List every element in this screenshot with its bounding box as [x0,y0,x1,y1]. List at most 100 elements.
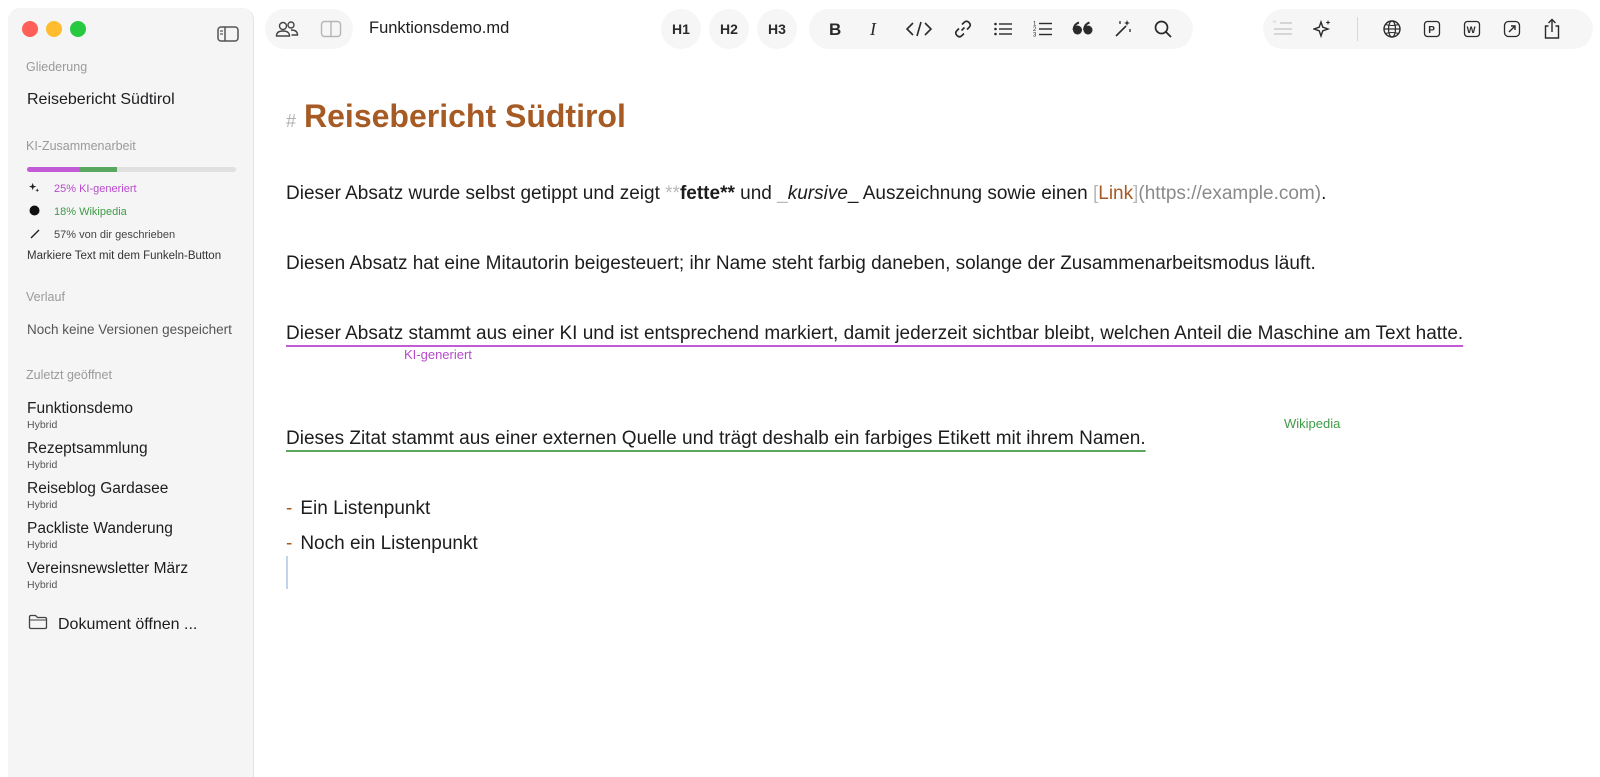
link-text[interactable]: Link [1098,183,1133,204]
svg-text:W: W [1467,25,1476,36]
document-title: Funktionsdemo.md [369,19,510,37]
recent-item-mode: Hybrid [27,459,58,471]
italic-marker: _ [847,183,859,204]
close-window-button[interactable] [22,21,38,37]
toolbar-divider [1357,17,1358,41]
open-external-icon[interactable] [1492,9,1532,49]
p-icon[interactable]: P [1412,9,1452,49]
svg-text:“: “ [1273,20,1276,29]
quote-disabled-icon: “ [1263,9,1303,49]
history-empty: Noch keine Versionen gespeichert [27,322,232,337]
globe-icon[interactable] [1372,9,1412,49]
italic-marker: _ [777,183,788,204]
format-toolbar: B I 123 [809,9,1193,49]
italic-icon[interactable]: I [855,9,895,49]
recent-label: Zuletzt geöffnet [26,368,112,382]
heading-2-button[interactable]: H2 [709,9,749,49]
minimize-window-button[interactable] [46,21,62,37]
pencil-icon [28,228,40,242]
svg-text:I: I [869,21,877,37]
recent-item-name: Reiseblog Gardasee [27,480,169,497]
list-marker: - [286,498,293,519]
bold-marker: ** [665,183,680,204]
search-icon[interactable] [1143,9,1183,49]
ai-paragraph-text: Dieser Absatz stammt aus einer KI und is… [286,323,1464,344]
zoom-window-button[interactable] [70,21,86,37]
sidebar-toggle-icon[interactable] [216,24,240,44]
ai-collab-label: KI-Zusammenarbeit [26,139,136,153]
recent-item[interactable]: Funktionsdemo Hybrid [27,399,133,432]
stat-self: 57% von dir geschrieben [28,228,175,242]
open-document-button[interactable]: Dokument öffnen ... [28,614,197,635]
code-icon[interactable] [895,9,943,49]
paragraph-ai[interactable]: Dieser Absatz stammt aus einer KI und is… [286,316,1566,351]
heading-text: Reisebericht Südtirol [304,98,626,134]
p1-end: . [1321,183,1327,204]
recent-item[interactable]: Reiseblog Gardasee Hybrid [27,479,168,512]
recent-item-mode: Hybrid [27,419,58,431]
list-item[interactable]: - Ein Listenpunkt [286,498,430,520]
text-cursor [286,556,288,589]
recent-item-name: Funktionsdemo [27,400,133,417]
wikipedia-tag: Wikipedia [1284,416,1341,431]
document-heading[interactable]: # Reisebericht Südtirol [286,98,626,135]
folder-icon [28,614,48,635]
heading-3-button[interactable]: H3 [757,9,797,49]
paragraph-self[interactable]: Dieser Absatz wurde selbst getippt und z… [286,176,1326,211]
bold-marker: ** [720,183,735,204]
recent-item-mode: Hybrid [27,499,58,511]
collaborators-icon[interactable] [265,9,309,49]
list-item[interactable]: - Noch ein Listenpunkt [286,533,478,555]
stat-ai-text: 25% KI-generiert [54,183,137,195]
svg-text:P: P [1428,25,1435,36]
heading-marker: # [286,111,297,131]
svg-text:3: 3 [1033,33,1037,39]
list-item-text: Ein Listenpunkt [300,498,431,519]
paragraph-coauthor[interactable]: Diesen Absatz hat eine Mitautorin beiges… [286,246,1316,281]
stat-ai: 25% KI-generiert [28,182,137,196]
sidebar: Gliederung Reisebericht Südtirol KI-Zusa… [8,8,254,777]
dot-icon [28,205,40,219]
ai-hint: Markiere Text mit dem Funkeln-Button [27,250,222,262]
bullet-list-icon[interactable] [983,9,1023,49]
quote-icon[interactable] [1063,9,1103,49]
list-item-text: Noch ein Listenpunkt [300,533,478,554]
p1-mid: und [734,183,778,204]
recent-item-name: Packliste Wanderung [27,520,173,537]
bold-icon[interactable]: B [815,9,855,49]
share-icon[interactable] [1532,9,1572,49]
stat-wiki: 18% Wikipedia [28,205,127,219]
split-view-icon[interactable] [309,9,353,49]
ai-share-progress [27,167,236,172]
recent-item-mode: Hybrid [27,539,58,551]
outline-label: Gliederung [26,60,88,74]
magic-wand-icon[interactable] [1103,9,1143,49]
stat-self-text: 57% von dir geschrieben [54,229,176,241]
wiki-share-segment [79,167,117,172]
recent-item-mode: Hybrid [27,579,58,591]
ai-share-segment [27,167,80,172]
recent-item[interactable]: Packliste Wanderung Hybrid [27,519,173,552]
history-label: Verlauf [26,290,65,304]
recent-item-name: Vereinsnewsletter März [27,560,189,577]
paragraph-wiki[interactable]: Dieses Zitat stammt aus einer externen Q… [286,421,1146,456]
italic-text: kursive [787,183,848,204]
ai-generated-tag: KI-generiert [404,347,472,362]
recent-item[interactable]: Vereinsnewsletter März Hybrid [27,559,188,592]
link-url[interactable]: (https://example.com) [1138,183,1321,204]
numbered-list-icon[interactable]: 123 [1023,9,1063,49]
link-icon[interactable] [943,9,983,49]
recent-item-name: Rezeptsammlung [27,440,148,457]
svg-text:B: B [829,21,841,37]
sparkle-icon [28,182,40,196]
w-icon[interactable]: W [1452,9,1492,49]
p1-before: Dieser Absatz wurde selbst getippt und z… [286,183,666,204]
recent-item[interactable]: Rezeptsammlung Hybrid [27,439,148,472]
list-marker: - [286,533,293,554]
wiki-paragraph-text: Dieses Zitat stammt aus einer externen Q… [286,428,1146,449]
window-controls [22,21,86,37]
ai-sparkle-icon[interactable] [1303,9,1343,49]
outline-item[interactable]: Reisebericht Südtirol [27,91,175,109]
heading-1-button[interactable]: H1 [661,9,701,49]
right-toolbar: “ P W [1263,9,1593,49]
